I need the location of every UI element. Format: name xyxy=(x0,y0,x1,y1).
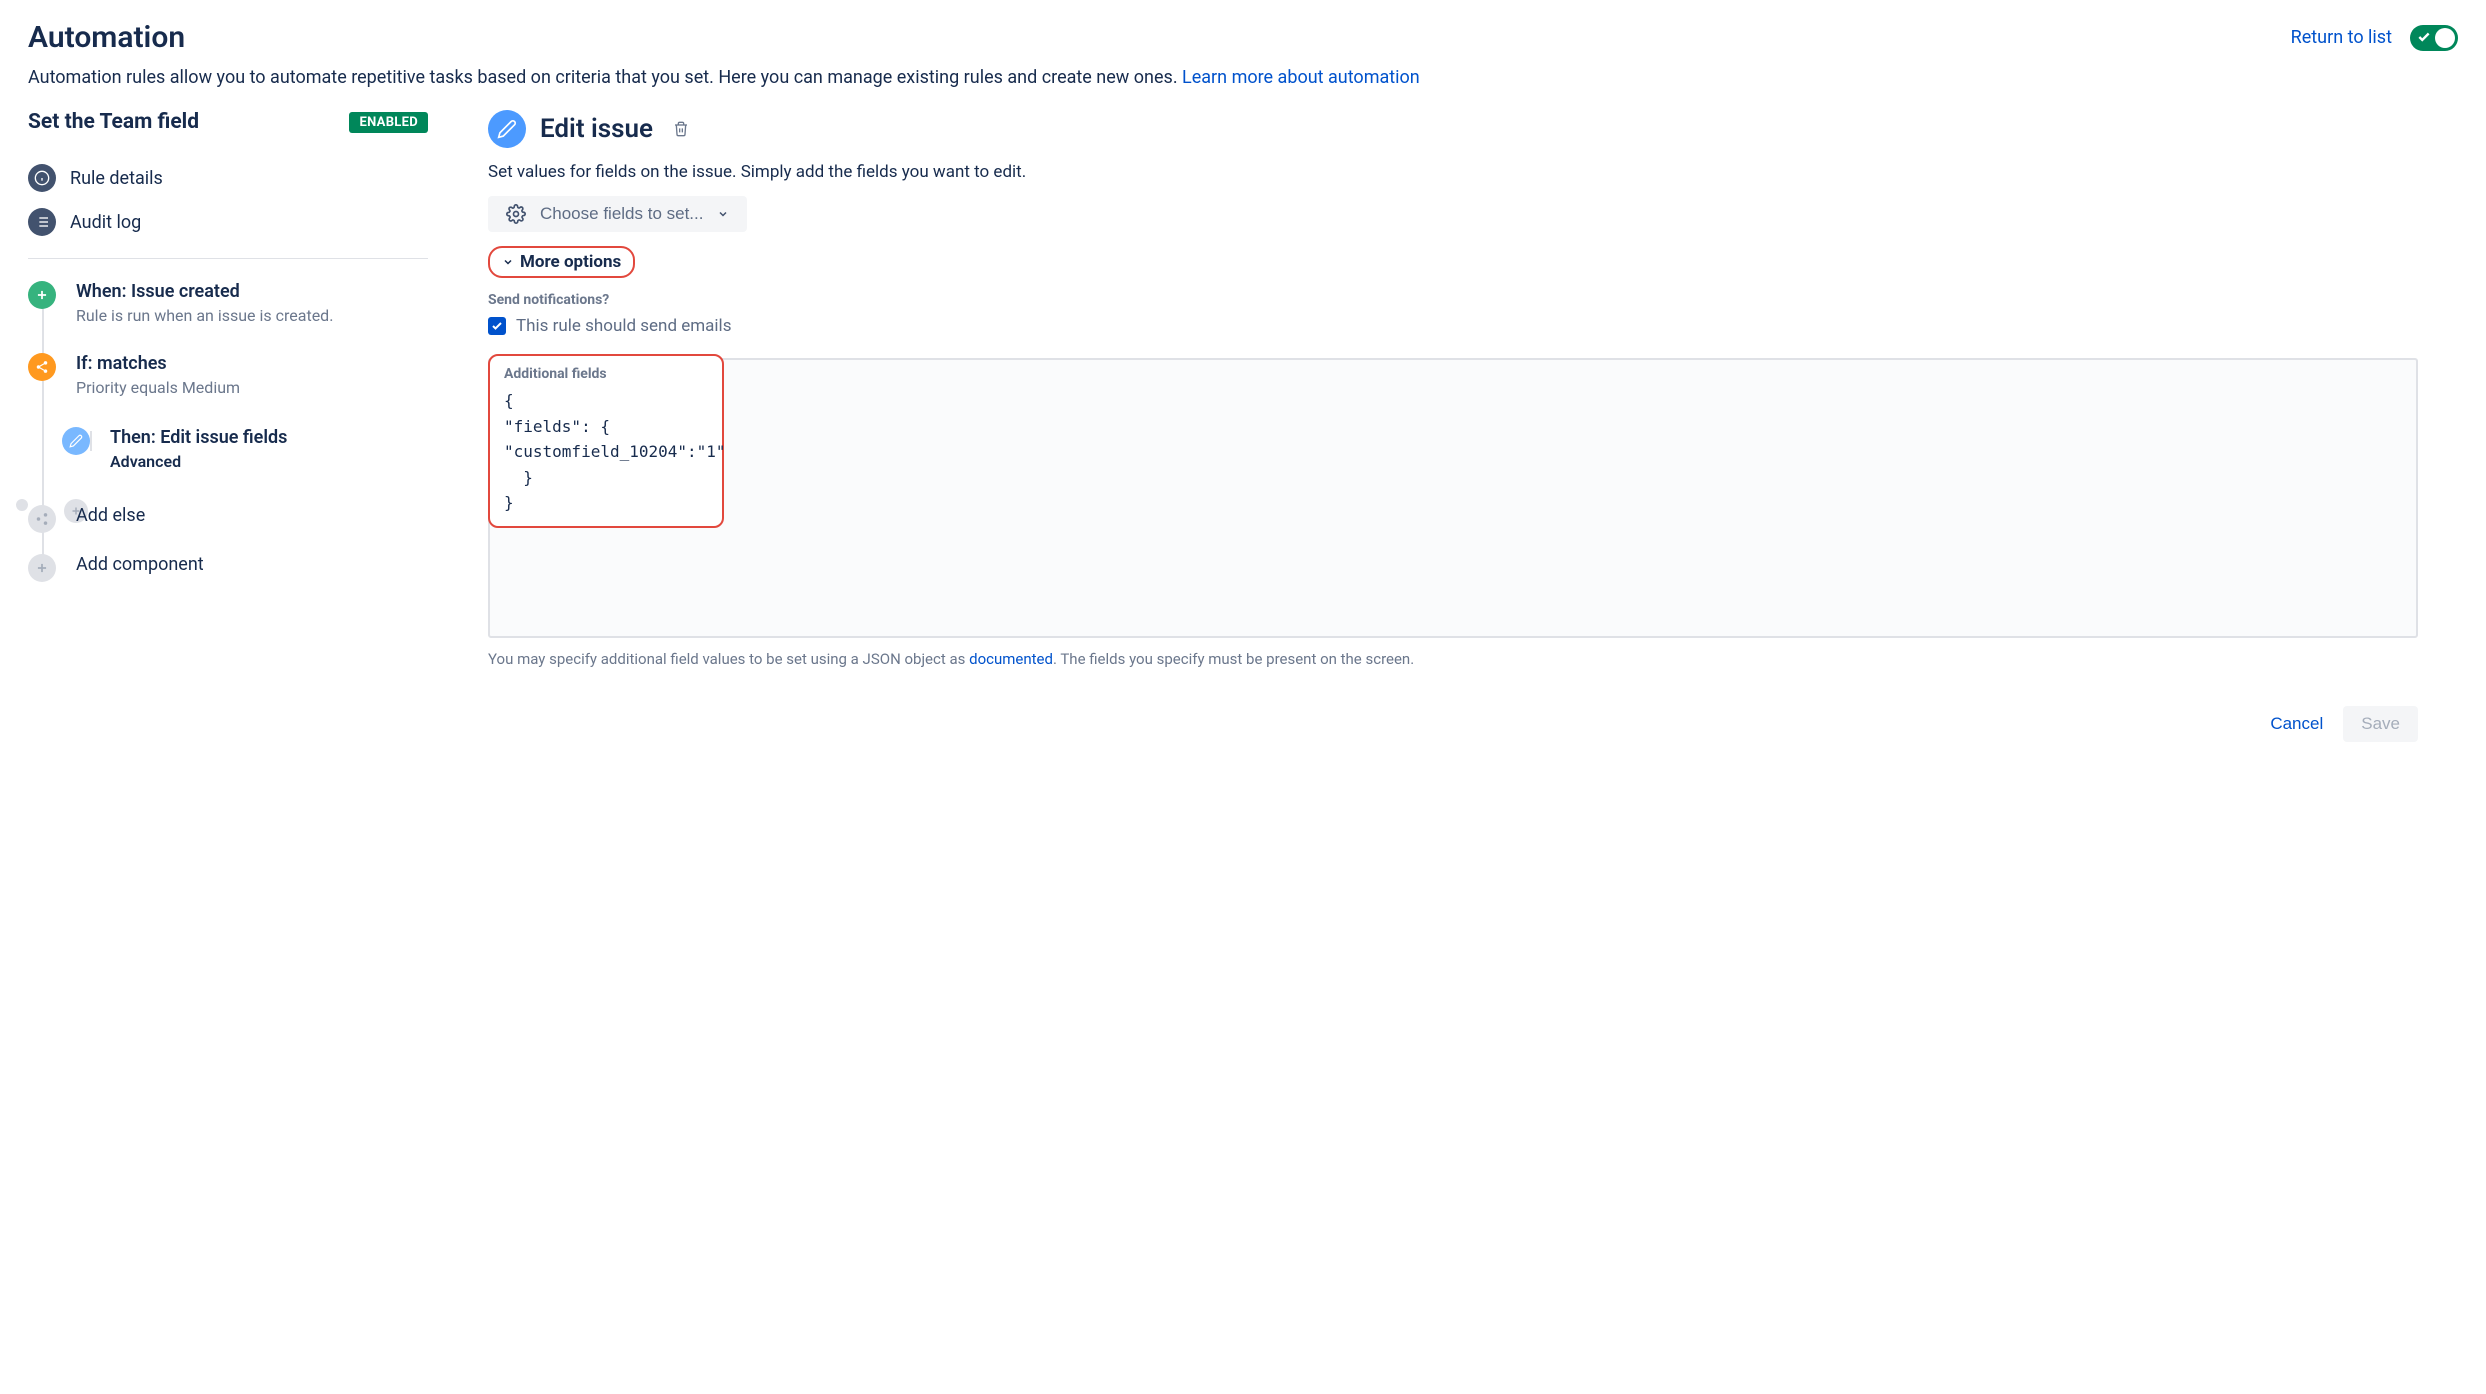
chevron-down-icon xyxy=(502,256,514,268)
send-emails-label: This rule should send emails xyxy=(516,316,731,336)
action-step[interactable]: Then: Edit issue fields Advanced xyxy=(76,407,428,471)
choose-fields-dropdown[interactable]: Choose fields to set... xyxy=(488,196,747,232)
choose-fields-label: Choose fields to set... xyxy=(540,204,703,224)
more-options-toggle[interactable]: More options xyxy=(488,246,635,278)
check-icon xyxy=(2417,30,2431,44)
action-title: Then: Edit issue fields xyxy=(110,427,428,448)
cancel-button[interactable]: Cancel xyxy=(2270,714,2323,734)
help-prefix: You may specify additional field values … xyxy=(488,650,969,668)
info-icon xyxy=(28,164,56,192)
condition-step[interactable]: If: matches Priority equals Medium xyxy=(42,353,428,397)
help-text: You may specify additional field values … xyxy=(488,648,2418,671)
additional-fields-code: { "fields": { "customfield_10204":"1" } … xyxy=(504,388,708,516)
condition-sub: Priority equals Medium xyxy=(76,378,428,397)
plus-icon xyxy=(28,554,56,582)
save-button[interactable]: Save xyxy=(2343,706,2418,742)
trigger-title: When: Issue created xyxy=(76,281,428,302)
panel-title: Edit issue xyxy=(540,114,653,144)
branch-icon xyxy=(28,353,56,381)
additional-fields-heading: Additional fields xyxy=(504,366,708,382)
pencil-icon xyxy=(488,110,526,148)
nav-audit-log[interactable]: Audit log xyxy=(28,200,428,244)
add-else-label: Add else xyxy=(76,505,428,526)
rule-timeline: When: Issue created Rule is run when an … xyxy=(28,281,428,575)
add-component-step[interactable]: Add component xyxy=(42,554,428,575)
status-badge: ENABLED xyxy=(349,112,428,133)
more-options-label: More options xyxy=(520,252,621,272)
additional-fields-textarea[interactable] xyxy=(488,358,2418,638)
list-icon xyxy=(28,208,56,236)
send-emails-checkbox[interactable] xyxy=(488,317,506,335)
trash-icon[interactable] xyxy=(673,120,689,138)
branch-icon xyxy=(28,505,56,533)
intro-text: Automation rules allow you to automate r… xyxy=(28,67,2458,88)
documented-link[interactable]: documented xyxy=(969,650,1053,668)
return-to-list-link[interactable]: Return to list xyxy=(2291,27,2392,48)
add-component-label: Add component xyxy=(76,554,428,575)
panel-desc: Set values for fields on the issue. Simp… xyxy=(488,162,2418,182)
learn-more-link[interactable]: Learn more about automation xyxy=(1182,67,1420,88)
trigger-sub: Rule is run when an issue is created. xyxy=(76,306,428,325)
rule-name: Set the Team field xyxy=(28,110,199,134)
plus-icon xyxy=(28,281,56,309)
intro-prefix: Automation rules allow you to automate r… xyxy=(28,67,1182,88)
chevron-down-icon xyxy=(717,208,729,220)
help-suffix: . The fields you specify must be present… xyxy=(1053,650,1414,668)
nav-rule-details-label: Rule details xyxy=(70,168,163,189)
additional-fields-highlight: Additional fields { "fields": { "customf… xyxy=(488,354,724,528)
add-else-step[interactable]: Add else xyxy=(42,505,428,526)
trigger-step[interactable]: When: Issue created Rule is run when an … xyxy=(42,281,428,325)
page-title: Automation xyxy=(28,20,185,55)
pencil-icon xyxy=(62,427,90,455)
nav-rule-details[interactable]: Rule details xyxy=(28,156,428,200)
nav-audit-log-label: Audit log xyxy=(70,212,141,233)
divider xyxy=(28,258,428,259)
toggle-knob xyxy=(2435,28,2455,48)
gear-icon xyxy=(506,204,526,224)
condition-title: If: matches xyxy=(76,353,428,374)
small-add-node[interactable] xyxy=(16,499,28,511)
send-notifications-heading: Send notifications? xyxy=(488,292,2418,308)
action-sub: Advanced xyxy=(110,452,428,471)
rule-enabled-toggle[interactable] xyxy=(2410,25,2458,51)
